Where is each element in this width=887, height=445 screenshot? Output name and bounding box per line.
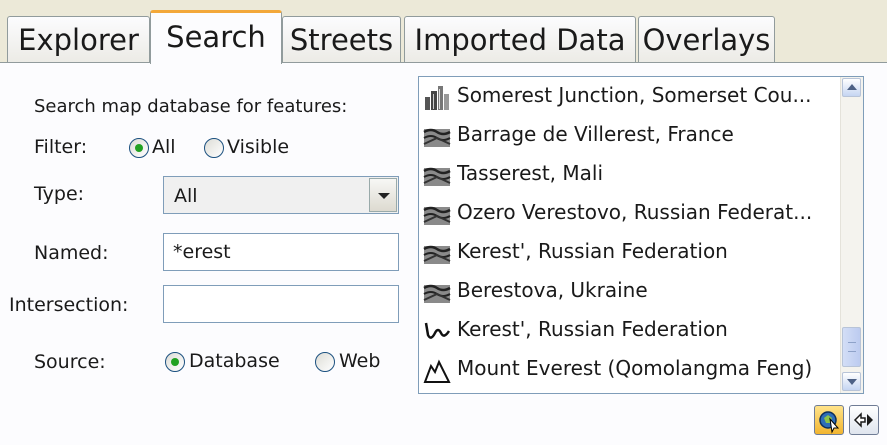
tab-streets-label: Streets bbox=[289, 23, 394, 57]
list-item[interactable]: Ozero Verestovo, Russian Federat... bbox=[419, 194, 843, 234]
dam-icon bbox=[423, 245, 451, 264]
dam-icon bbox=[423, 167, 451, 186]
result-text: Berestova, Ukraine bbox=[457, 278, 648, 302]
result-text: Mount Everest (Qomolangma Feng) bbox=[457, 356, 813, 380]
filter-visible-label[interactable]: Visible bbox=[227, 136, 289, 158]
result-text: Barrage de Villerest, France bbox=[457, 122, 734, 146]
list-item[interactable]: Barrage de Villerest, France bbox=[419, 116, 843, 156]
type-select[interactable]: All bbox=[163, 176, 399, 214]
filter-all-radio[interactable] bbox=[129, 138, 149, 158]
mountain-icon bbox=[423, 359, 451, 383]
type-label: Type: bbox=[34, 183, 85, 205]
dam-icon bbox=[423, 284, 451, 303]
scroll-down-button[interactable] bbox=[842, 372, 861, 391]
search-heading: Search map database for features: bbox=[34, 96, 348, 117]
results-list[interactable]: Somerest Junction, Somerset Cou... Barra… bbox=[418, 76, 864, 394]
tab-explorer[interactable]: Explorer bbox=[7, 16, 150, 62]
dam-icon bbox=[423, 206, 451, 225]
named-input[interactable]: *erest bbox=[163, 233, 399, 271]
tab-explorer-label: Explorer bbox=[18, 23, 139, 57]
tab-search-label: Search bbox=[166, 20, 266, 54]
tab-search[interactable]: Search bbox=[150, 10, 282, 64]
results-scrollbar[interactable] bbox=[840, 77, 863, 393]
filter-visible-radio[interactable] bbox=[204, 138, 224, 158]
result-text: Tasserest, Mali bbox=[457, 161, 603, 185]
scroll-thumb[interactable] bbox=[842, 327, 861, 367]
filter-label: Filter: bbox=[34, 136, 88, 158]
tab-bar: Explorer Search Streets Imported Data Ov… bbox=[0, 0, 887, 64]
named-label: Named: bbox=[34, 242, 109, 264]
source-database-label[interactable]: Database bbox=[189, 350, 280, 372]
intersection-input[interactable] bbox=[163, 285, 399, 323]
locate-icon bbox=[819, 411, 840, 434]
source-label: Source: bbox=[34, 351, 106, 373]
tab-streets[interactable]: Streets bbox=[282, 16, 401, 62]
result-text: Ozero Verestovo, Russian Federat... bbox=[457, 200, 813, 224]
expand-panel-button[interactable] bbox=[849, 405, 879, 435]
dam-icon bbox=[423, 128, 451, 147]
source-database-radio[interactable] bbox=[165, 352, 185, 372]
type-dropdown-button[interactable] bbox=[369, 178, 397, 212]
list-item[interactable]: Kerest', Russian Federation bbox=[419, 311, 843, 351]
source-web-label[interactable]: Web bbox=[339, 350, 380, 372]
scroll-up-button[interactable] bbox=[842, 78, 861, 97]
result-text: Kerest', Russian Federation bbox=[457, 239, 728, 263]
filter-all-label[interactable]: All bbox=[152, 136, 176, 158]
locate-button[interactable] bbox=[814, 405, 844, 435]
chevron-down-icon bbox=[847, 379, 857, 385]
tab-imported-data-label: Imported Data bbox=[414, 23, 626, 57]
city-icon bbox=[425, 86, 449, 110]
chevron-up-icon bbox=[847, 84, 857, 90]
tab-overlays-label: Overlays bbox=[642, 23, 771, 57]
tab-imported-data[interactable]: Imported Data bbox=[404, 16, 636, 62]
chevron-down-icon bbox=[378, 193, 390, 199]
list-item[interactable]: Tasserest, Mali bbox=[419, 155, 843, 195]
type-select-value: All bbox=[174, 185, 198, 207]
list-item[interactable]: Somerest Junction, Somerset Cou... bbox=[419, 77, 843, 117]
grip-icon bbox=[848, 342, 856, 352]
river-icon bbox=[424, 322, 451, 339]
double-arrow-right-icon bbox=[853, 412, 873, 428]
list-item[interactable]: Mount Everest (Qomolangma Feng) bbox=[419, 350, 843, 390]
radio-selected-dot bbox=[171, 358, 179, 366]
list-item[interactable]: Berestova, Ukraine bbox=[419, 272, 843, 312]
result-text: Somerest Junction, Somerset Cou... bbox=[457, 83, 812, 107]
radio-selected-dot bbox=[135, 144, 143, 152]
intersection-label: Intersection: bbox=[9, 294, 129, 316]
source-web-radio[interactable] bbox=[315, 352, 335, 372]
result-text: Kerest', Russian Federation bbox=[457, 317, 728, 341]
tab-overlays[interactable]: Overlays bbox=[638, 16, 775, 62]
list-item[interactable]: Kerest', Russian Federation bbox=[419, 233, 843, 273]
